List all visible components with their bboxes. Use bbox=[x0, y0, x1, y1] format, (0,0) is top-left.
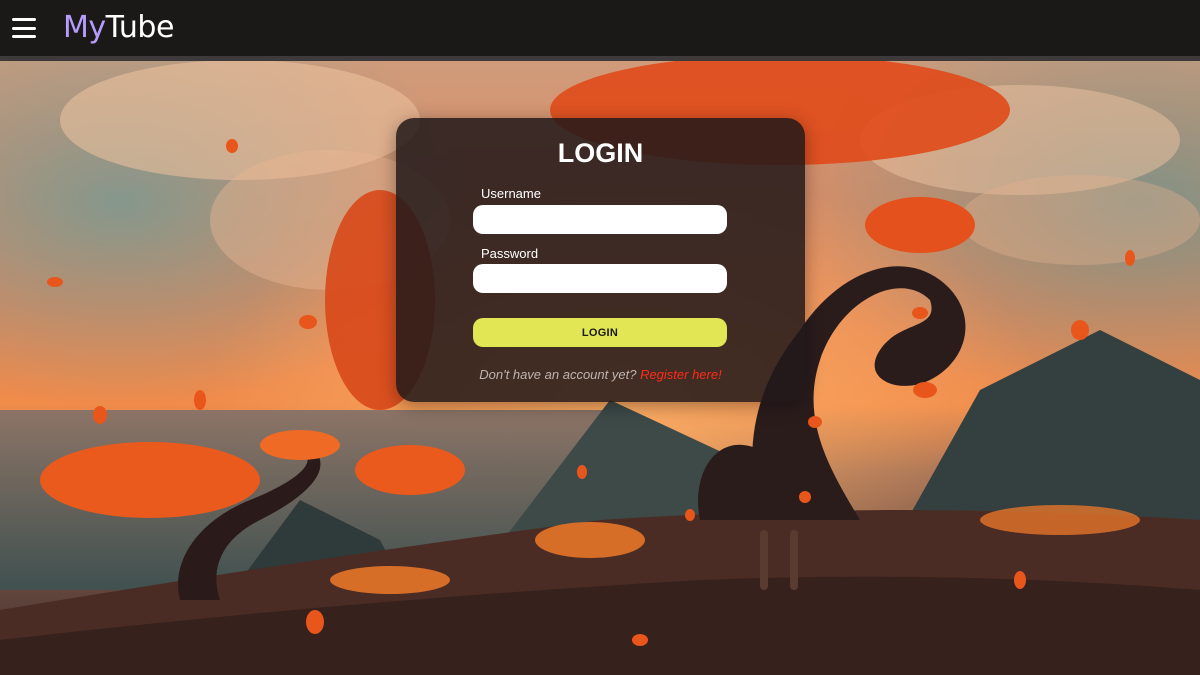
top-navigation-bar: MyTube bbox=[0, 0, 1200, 61]
menu-line bbox=[12, 35, 36, 38]
brand-logo[interactable]: MyTube bbox=[63, 13, 174, 43]
register-prompt-text: Don't have an account yet? bbox=[479, 367, 637, 382]
register-link[interactable]: Register here! bbox=[640, 367, 722, 382]
login-title: LOGIN bbox=[557, 138, 644, 168]
login-button[interactable]: LOGIN bbox=[473, 318, 727, 347]
brand-my: My bbox=[63, 10, 106, 45]
register-prompt: Don't have an account yet? Register here… bbox=[396, 367, 805, 382]
login-card: LOGIN Username Password LOGIN Don't have… bbox=[396, 118, 805, 402]
username-label: Username bbox=[481, 186, 541, 201]
brand-tube: Tube bbox=[105, 10, 175, 45]
menu-line bbox=[12, 18, 36, 21]
hamburger-menu-icon[interactable] bbox=[12, 18, 36, 38]
password-input[interactable] bbox=[473, 264, 727, 293]
password-label: Password bbox=[481, 246, 539, 261]
menu-line bbox=[12, 26, 36, 30]
username-input[interactable] bbox=[473, 205, 727, 234]
